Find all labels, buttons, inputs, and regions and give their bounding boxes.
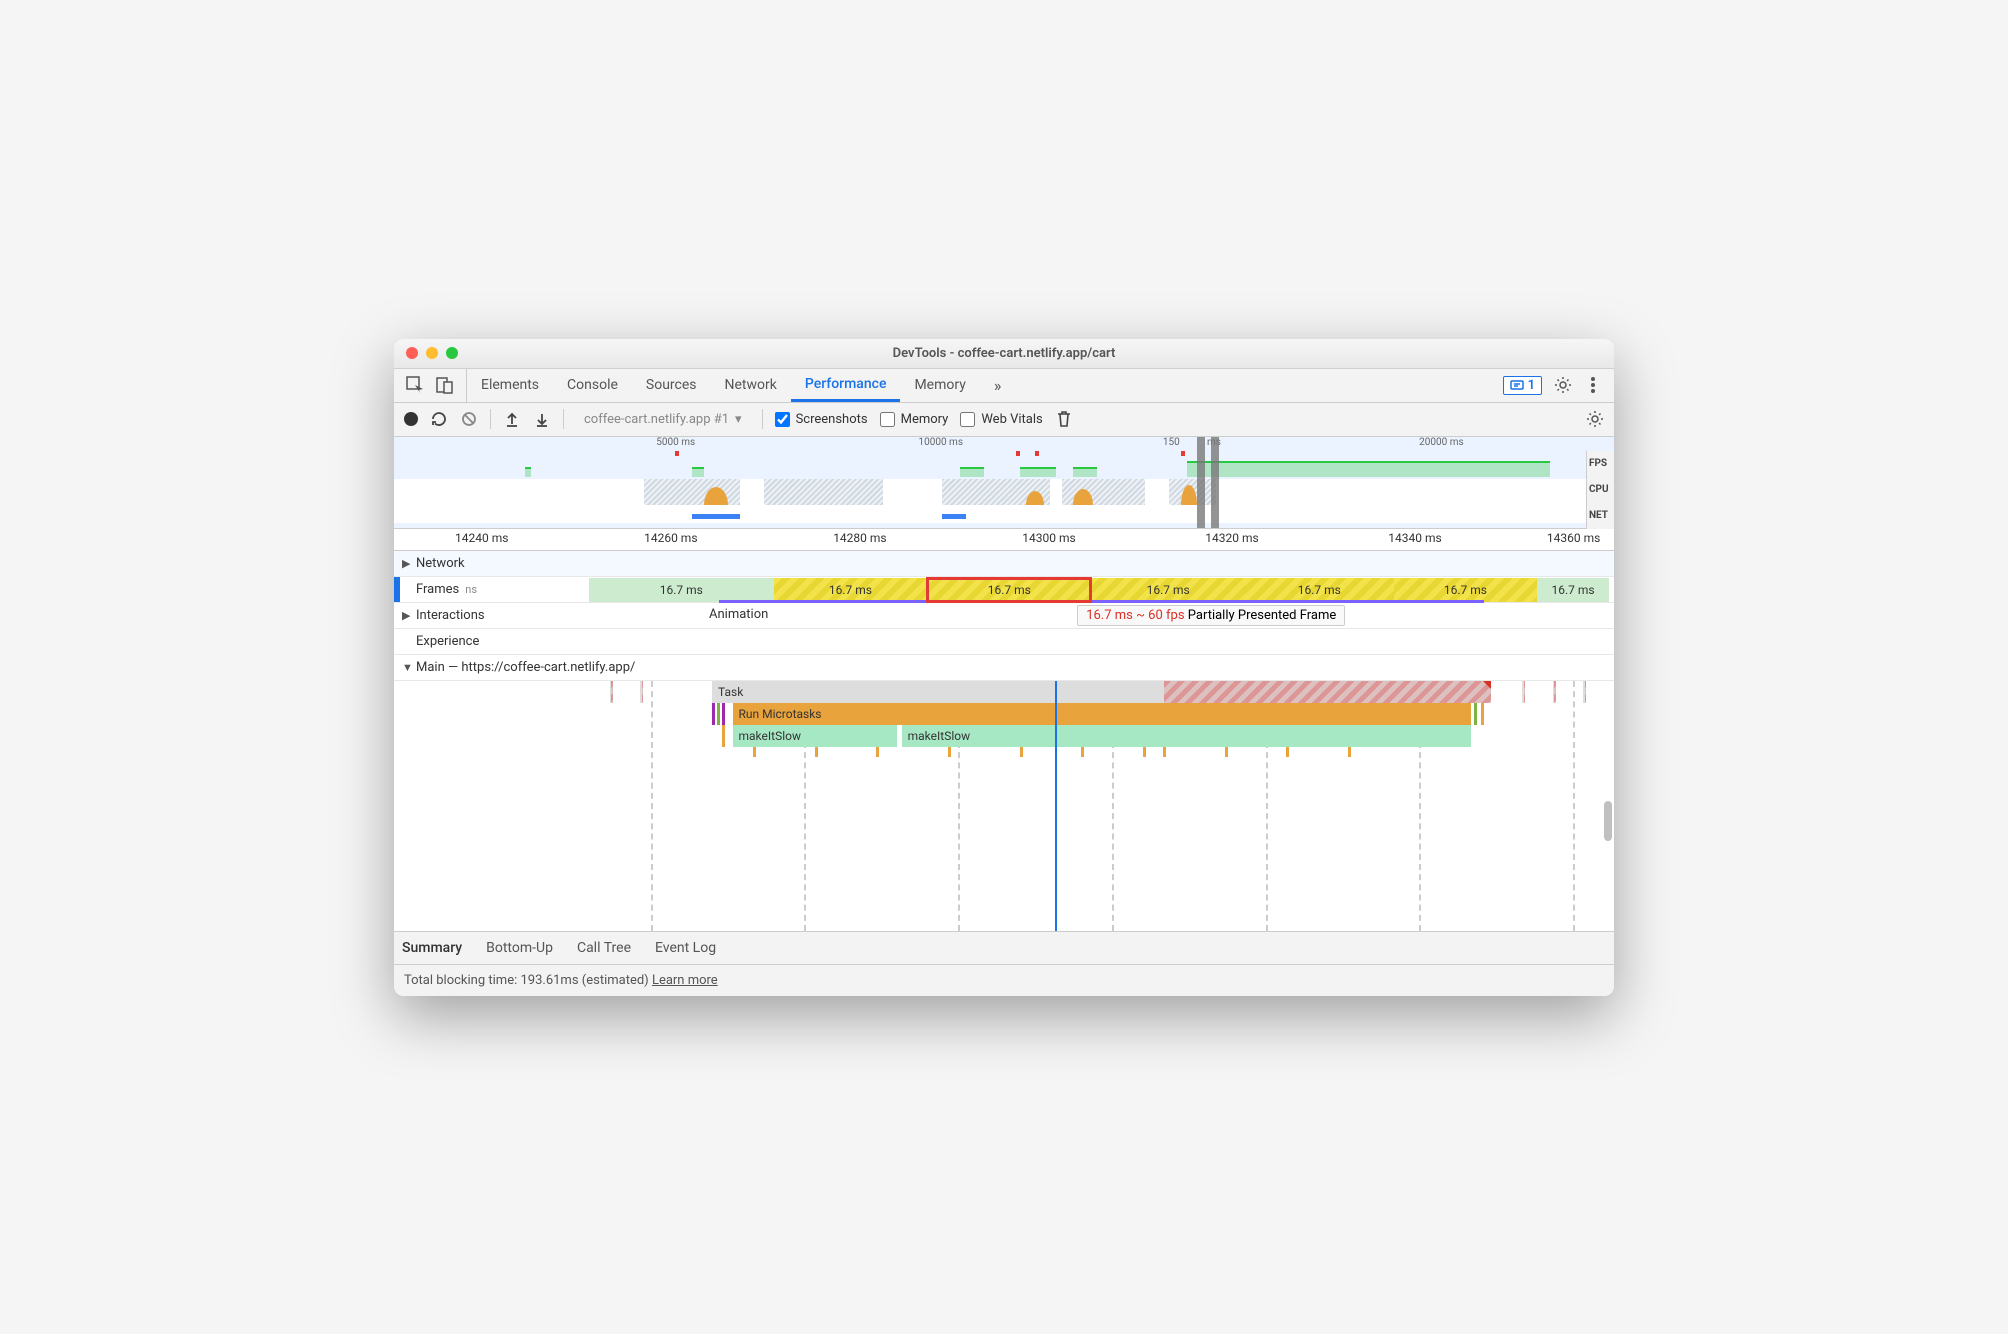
- frame-cell[interactable]: 16.7 ms: [1091, 578, 1245, 602]
- frame-cell[interactable]: 16.7 ms: [774, 578, 928, 602]
- record-button[interactable]: [404, 412, 418, 426]
- frame-cell[interactable]: 16.7 ms: [1537, 578, 1609, 602]
- frame-cell-selected[interactable]: 16.7 ms: [927, 578, 1091, 602]
- tracks-area: ▶Network Frames ns 16.7 ms 16.7 ms 16.7 …: [394, 551, 1614, 931]
- details-tab-summary[interactable]: Summary: [402, 940, 462, 956]
- experience-track[interactable]: Experience: [394, 629, 1614, 655]
- frame-cell[interactable]: 16.7 ms: [1394, 578, 1538, 602]
- flame-function[interactable]: makeItSlow: [733, 725, 897, 747]
- inspect-icon[interactable]: [406, 376, 424, 394]
- tab-elements[interactable]: Elements: [467, 369, 553, 402]
- main-tabs-bar: ElementsConsoleSourcesNetworkPerformance…: [394, 369, 1614, 403]
- overview-tick: 20000 ms: [1419, 437, 1464, 448]
- devtools-window: DevTools - coffee-cart.netlify.app/cart …: [394, 339, 1614, 996]
- interactions-track[interactable]: ▶Interactions Animation: [394, 603, 1614, 629]
- chevron-down-icon: ▾: [735, 412, 742, 427]
- perf-toolbar: coffee-cart.netlify.app #1 ▾ Screenshots…: [394, 403, 1614, 437]
- network-track[interactable]: ▶Network: [394, 551, 1614, 577]
- tab-console[interactable]: Console: [553, 369, 632, 402]
- tab-network[interactable]: Network: [711, 369, 791, 402]
- frame-tooltip: 16.7 ms ~ 60 fps Partially Presented Fra…: [1077, 605, 1345, 626]
- disclosure-icon[interactable]: ▶: [402, 557, 412, 570]
- device-toggle-icon[interactable]: [436, 376, 454, 394]
- details-tab-bottom-up[interactable]: Bottom-Up: [486, 940, 553, 956]
- footer: Total blocking time: 193.61ms (estimated…: [394, 965, 1614, 996]
- webvitals-checkbox[interactable]: Web Vitals: [960, 412, 1042, 427]
- details-tab-call-tree[interactable]: Call Tree: [577, 940, 631, 956]
- settings-icon[interactable]: [1554, 376, 1572, 394]
- memory-checkbox[interactable]: Memory: [880, 412, 949, 427]
- scrollbar-thumb[interactable]: [1604, 801, 1612, 841]
- trash-icon[interactable]: [1055, 410, 1073, 428]
- frames-track[interactable]: Frames ns 16.7 ms 16.7 ms 16.7 ms 16.7 m…: [394, 577, 1614, 603]
- overview-tick: 5000 ms: [656, 437, 695, 448]
- reload-icon[interactable]: [430, 410, 448, 428]
- learn-more-link[interactable]: Learn more: [652, 973, 718, 988]
- overview-selection-handle[interactable]: [1197, 437, 1205, 528]
- interaction-label: Animation: [709, 607, 768, 622]
- issues-badge[interactable]: 1: [1503, 376, 1542, 395]
- frame-cell[interactable]: 16.7 ms: [1245, 578, 1394, 602]
- clear-icon[interactable]: [460, 410, 478, 428]
- details-tabs: Summary Bottom-Up Call Tree Event Log: [394, 931, 1614, 965]
- flame-function[interactable]: makeItSlow: [902, 725, 1471, 747]
- overview-net-label: NET: [1586, 503, 1614, 529]
- titlebar: DevTools - coffee-cart.netlify.app/cart: [394, 339, 1614, 369]
- overview-selection-handle[interactable]: [1211, 437, 1219, 528]
- flame-task[interactable]: Task: [712, 681, 1491, 703]
- download-icon[interactable]: [533, 410, 551, 428]
- disclosure-icon[interactable]: ▼: [402, 661, 412, 674]
- overview-tick: 150: [1163, 437, 1180, 448]
- frame-cell[interactable]: 16.7 ms: [589, 578, 774, 602]
- flame-microtasks[interactable]: Run Microtasks: [733, 703, 1471, 725]
- disclosure-icon[interactable]: ▶: [402, 609, 412, 622]
- tab-memory[interactable]: Memory: [900, 369, 979, 402]
- panel-settings-icon[interactable]: [1586, 410, 1604, 428]
- main-track-header[interactable]: ▼Main — https://coffee-cart.netlify.app/: [394, 655, 1614, 681]
- playhead[interactable]: [1055, 681, 1057, 931]
- overview-cpu-label: CPU: [1586, 477, 1614, 503]
- window-title: DevTools - coffee-cart.netlify.app/cart: [394, 346, 1614, 361]
- overview-fps-label: FPS: [1586, 451, 1614, 477]
- details-tab-event-log[interactable]: Event Log: [655, 940, 716, 956]
- tab-performance[interactable]: Performance: [791, 369, 901, 402]
- timeline-ruler[interactable]: 14240 ms 14260 ms 14280 ms 14300 ms 1432…: [394, 529, 1614, 551]
- screenshots-checkbox[interactable]: Screenshots: [775, 412, 868, 427]
- overview-tick: 10000 ms: [918, 437, 963, 448]
- kebab-menu-icon[interactable]: [1584, 376, 1602, 394]
- flame-chart[interactable]: Task Run Microtasks: [394, 681, 1614, 931]
- overview-pane[interactable]: 5000 ms 10000 ms 150 ms 20000 ms: [394, 437, 1614, 529]
- upload-icon[interactable]: [503, 410, 521, 428]
- recording-dropdown[interactable]: coffee-cart.netlify.app #1 ▾: [576, 412, 750, 427]
- issues-count: 1: [1528, 378, 1535, 393]
- tab-sources[interactable]: Sources: [632, 369, 711, 402]
- more-tabs-button[interactable]: »: [980, 369, 1016, 402]
